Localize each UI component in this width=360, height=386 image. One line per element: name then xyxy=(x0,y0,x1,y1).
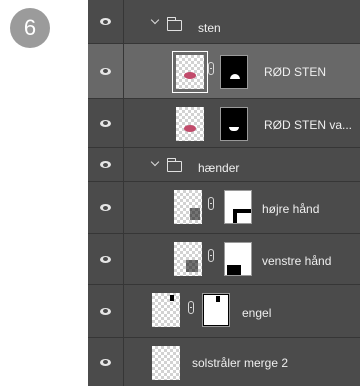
eye-icon[interactable] xyxy=(100,119,111,127)
eye-icon[interactable] xyxy=(100,161,111,168)
layer-name: solstråler merge 2 xyxy=(192,356,289,370)
eye-icon[interactable] xyxy=(100,255,111,263)
eye-icon[interactable] xyxy=(100,358,111,366)
folder-icon xyxy=(166,158,182,172)
layer-name: hænder xyxy=(198,161,240,175)
link-icon[interactable] xyxy=(208,197,214,210)
layer-engel[interactable]: engel xyxy=(88,285,360,338)
layer-thumbnail[interactable] xyxy=(152,293,180,327)
eye-icon[interactable] xyxy=(100,307,111,315)
layer-mask-thumbnail[interactable] xyxy=(220,107,248,141)
visibility-toggle[interactable] xyxy=(88,182,124,233)
red-stone-thumbnail-icon xyxy=(184,72,196,79)
visibility-toggle[interactable] xyxy=(88,0,124,43)
visibility-toggle[interactable] xyxy=(88,234,124,284)
mask-shape xyxy=(230,74,240,79)
layer-group-sten[interactable]: sten xyxy=(88,0,360,44)
chevron-down-icon[interactable] xyxy=(150,157,160,167)
visibility-toggle[interactable] xyxy=(88,44,124,98)
layer-thumbnail[interactable] xyxy=(172,51,208,93)
eye-icon[interactable] xyxy=(100,18,111,25)
eye-icon[interactable] xyxy=(100,204,111,211)
layer-hojre-hand[interactable]: højre hånd xyxy=(88,182,360,234)
layer-name: RØD STEN xyxy=(264,65,327,79)
layer-thumbnail[interactable] xyxy=(176,107,204,141)
hand-thumbnail-icon xyxy=(186,260,198,272)
eye-icon[interactable] xyxy=(100,67,111,75)
layers-panel: sten RØD STEN RØD STEN va... hænder højr… xyxy=(88,0,360,386)
layer-name: højre hånd xyxy=(262,202,320,216)
layer-name: RØD STEN va... xyxy=(264,118,353,132)
layer-venstre-hand[interactable]: venstre hånd xyxy=(88,234,360,285)
mask-shape xyxy=(229,127,239,131)
chevron-down-icon[interactable] xyxy=(150,15,160,25)
layer-name: engel xyxy=(242,306,272,320)
layer-mask-thumbnail[interactable] xyxy=(224,242,252,276)
layer-mask-thumbnail[interactable] xyxy=(202,293,230,327)
folder-icon xyxy=(166,17,182,31)
layer-thumbnail[interactable] xyxy=(152,346,180,380)
mask-shape xyxy=(227,265,241,275)
layer-rod-sten-va[interactable]: RØD STEN va... xyxy=(88,99,360,148)
visibility-toggle[interactable] xyxy=(88,99,124,147)
layer-thumbnail[interactable] xyxy=(174,242,202,276)
visibility-toggle[interactable] xyxy=(88,285,124,337)
step-number-badge: 6 xyxy=(10,8,50,48)
layer-mask-thumbnail[interactable] xyxy=(224,190,252,224)
visibility-toggle[interactable] xyxy=(88,338,124,386)
red-stone-thumbnail-icon xyxy=(184,125,196,132)
visibility-toggle[interactable] xyxy=(88,148,124,181)
layer-mask-thumbnail[interactable] xyxy=(220,55,248,89)
mask-shape xyxy=(237,213,251,223)
layer-group-haender[interactable]: hænder xyxy=(88,148,360,182)
layer-solstraler-merge-2[interactable]: solstråler merge 2 xyxy=(88,338,360,386)
mask-shape xyxy=(216,296,220,302)
angel-thumbnail-icon xyxy=(170,295,174,301)
layer-name: sten xyxy=(198,21,221,35)
link-icon[interactable] xyxy=(208,249,214,262)
layer-name: venstre hånd xyxy=(262,254,332,268)
link-icon[interactable] xyxy=(188,301,194,314)
link-icon[interactable] xyxy=(208,62,214,75)
layer-rod-sten[interactable]: RØD STEN xyxy=(88,44,360,99)
hand-thumbnail-icon xyxy=(190,208,200,220)
layer-thumbnail[interactable] xyxy=(174,190,202,224)
